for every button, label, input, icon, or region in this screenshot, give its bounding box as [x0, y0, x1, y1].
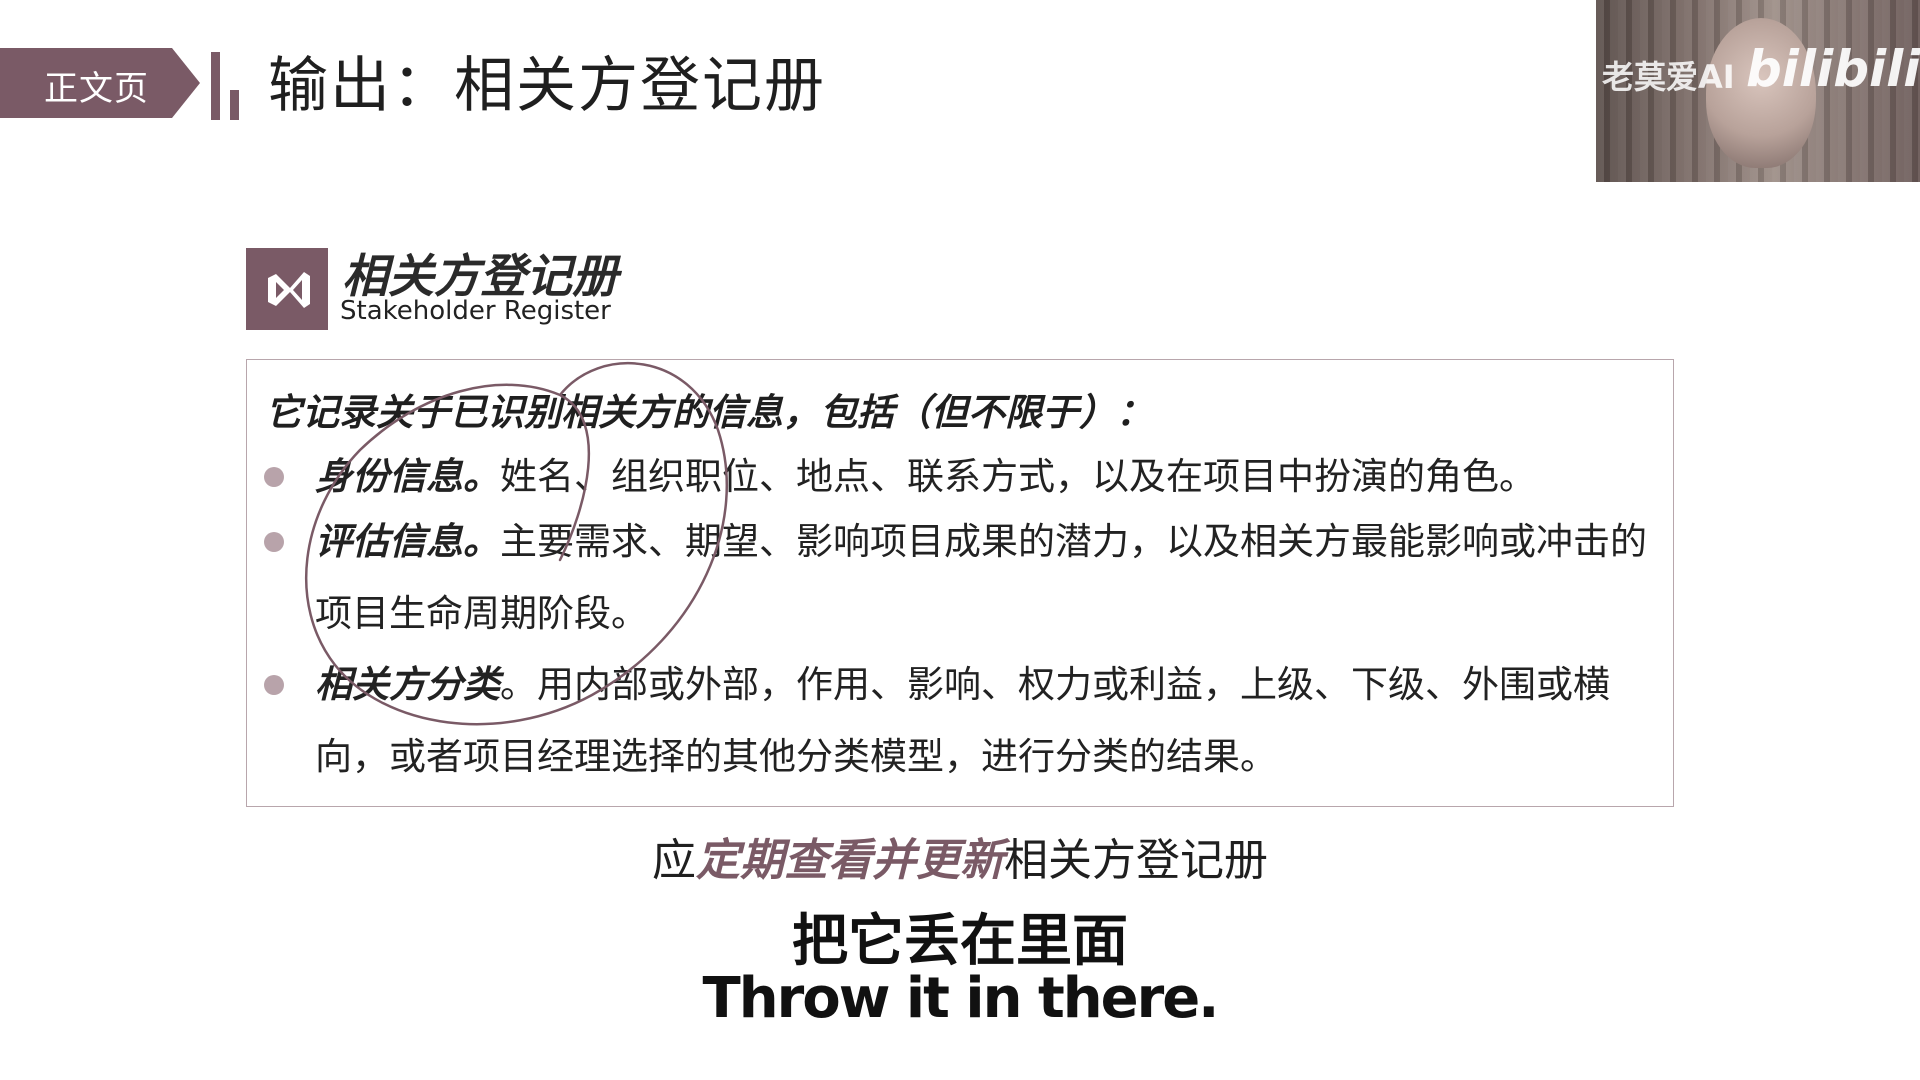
- list-item-classification: 相关方分类。用内部或外部，作用、影响、权力或利益，上级、下级、外围或横向，或者项…: [315, 649, 1655, 793]
- visual-studio-logo-icon: [246, 248, 328, 330]
- bilibili-logo: bilibili: [1746, 40, 1920, 98]
- item-key: 评估信息。: [315, 520, 500, 563]
- item-key: 身份信息。: [315, 455, 500, 498]
- section-tag: 正文页: [0, 48, 200, 118]
- list-item-identity: 身份信息。姓名、组织职位、地点、联系方式，以及在项目中扮演的角色。: [315, 441, 1655, 513]
- item-text: 主要需求、期望、影响项目成果的潜力，以及相关方最能影响或冲击的项目生命周期阶段。: [315, 520, 1647, 635]
- title-accent-bar-short: [230, 90, 239, 120]
- register-content-box: 它记录关于已识别相关方的信息，包括（但不限于）： 身份信息。姓名、组织职位、地点…: [246, 359, 1674, 807]
- page-title: 输出：相关方登记册: [268, 51, 826, 121]
- list-item-assessment: 评估信息。主要需求、期望、影响项目成果的潜力，以及相关方最能影响或冲击的项目生命…: [315, 506, 1655, 650]
- slide-stage: 正文页 输出：相关方登记册 老莫爱AI bilibili 相关方登记册 Stak…: [0, 0, 1920, 1080]
- item-key: 相关方分类: [315, 663, 500, 706]
- item-text: 。用内部或外部，作用、影响、权力或利益，上级、下级、外围或横向，或者项目经理选择…: [315, 663, 1610, 778]
- channel-watermark: 老莫爱AI: [1602, 58, 1735, 96]
- section-tag-label: 正文页: [44, 69, 149, 109]
- item-text: 姓名、组织职位、地点、联系方式，以及在项目中扮演的角色。: [500, 455, 1536, 498]
- note-suffix: 相关方登记册: [1004, 835, 1268, 886]
- note-emphasis: 定期查看并更新: [696, 835, 1004, 886]
- bullet-assessment: [264, 532, 284, 552]
- content-intro: 它记录关于已识别相关方的信息，包括（但不限于）：: [265, 391, 1153, 434]
- webcam-overlay: 老莫爱AI bilibili: [1596, 0, 1920, 182]
- subtitle-chinese: 把它丢在里面: [792, 909, 1128, 974]
- bullet-identity: [264, 467, 284, 487]
- bullet-classification: [264, 675, 284, 695]
- note-prefix: 应: [652, 835, 696, 886]
- subtitle-english: Throw it in there.: [702, 966, 1220, 1031]
- register-subtitle: Stakeholder Register: [340, 296, 611, 326]
- update-note: 应定期查看并更新相关方登记册: [0, 824, 1920, 888]
- title-accent-bar-tall: [211, 52, 220, 120]
